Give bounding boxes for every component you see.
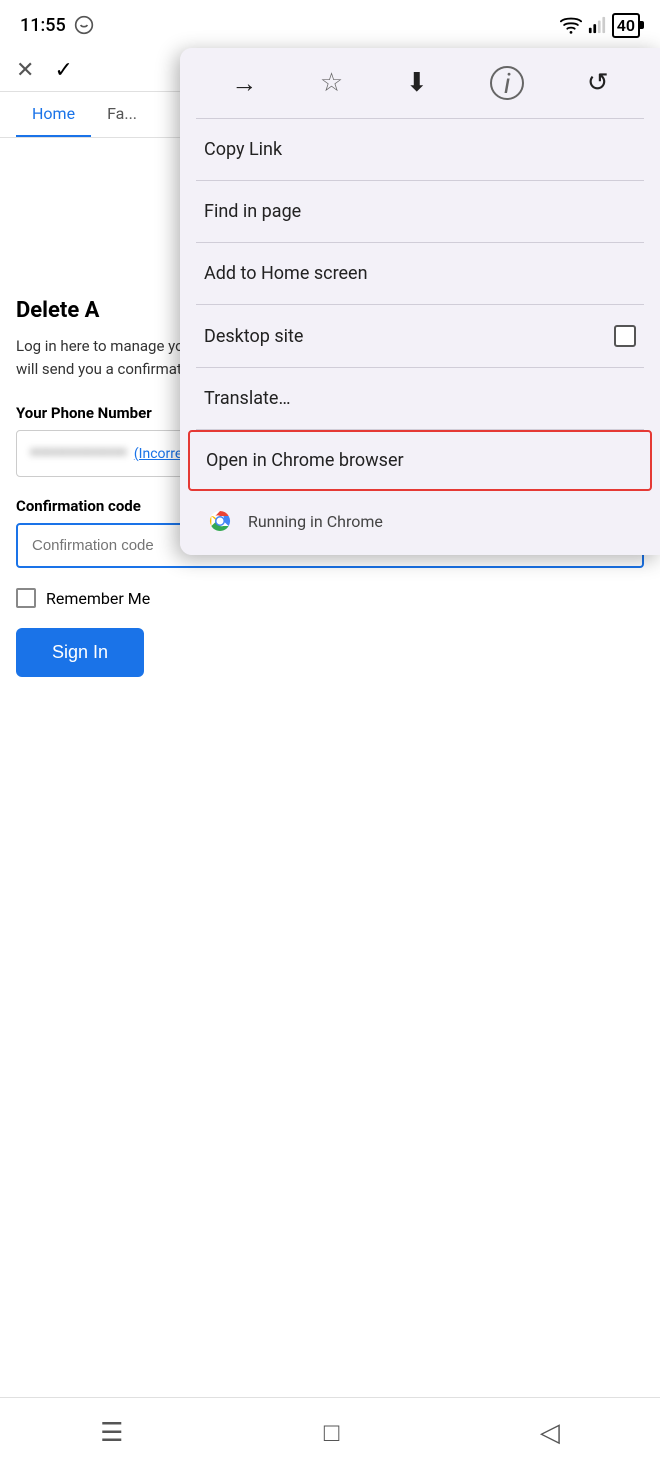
page-title-text: Delete A (16, 298, 99, 323)
signin-button[interactable]: Sign In (16, 628, 144, 677)
home-icon[interactable]: □ (324, 1417, 340, 1448)
open-in-chrome-label: Open in Chrome browser (206, 450, 404, 471)
running-in-chrome-row: Running in Chrome (180, 491, 660, 555)
tab-home[interactable]: Home (16, 92, 91, 137)
whatsapp-icon (74, 15, 94, 35)
remember-me-row: Remember Me (16, 588, 644, 608)
bottom-nav-bar: ☰ □ ◁ (0, 1397, 660, 1467)
tab-fa[interactable]: Fa... (91, 92, 153, 137)
status-bar: 11:55 40 (0, 0, 660, 50)
chrome-logo-icon (204, 505, 236, 537)
desktop-site-item[interactable]: Desktop site (180, 305, 660, 367)
signal-icon (588, 16, 606, 34)
forward-icon[interactable]: → (231, 68, 257, 99)
status-time: 11:55 (20, 15, 66, 36)
refresh-icon[interactable]: ↺ (587, 68, 609, 98)
close-button[interactable]: ✕ (16, 58, 34, 83)
back-icon[interactable]: ◁ (540, 1418, 560, 1448)
info-icon[interactable]: i (490, 66, 524, 100)
translate-item[interactable]: Translate… (180, 368, 660, 429)
dropdown-toolbar: → ☆ ⬇ i ↺ (180, 48, 660, 118)
battery-level: 40 (617, 16, 635, 35)
running-in-chrome-text: Running in Chrome (248, 512, 383, 531)
check-button[interactable]: ✓ (54, 58, 72, 83)
desktop-site-checkbox[interactable] (614, 325, 636, 347)
open-in-chrome-item[interactable]: Open in Chrome browser (188, 430, 652, 491)
tab-fa-label: Fa... (107, 104, 137, 123)
menu-icon[interactable]: ☰ (100, 1418, 123, 1448)
remember-me-checkbox[interactable] (16, 588, 36, 608)
translate-label: Translate… (204, 388, 291, 409)
copy-link-item[interactable]: Copy Link (180, 119, 660, 180)
download-icon[interactable]: ⬇ (406, 68, 428, 98)
context-menu-dropdown: → ☆ ⬇ i ↺ Copy Link Find in page Add to … (180, 48, 660, 555)
remember-me-label: Remember Me (46, 589, 150, 608)
battery-icon: 40 (612, 13, 640, 38)
bookmark-icon[interactable]: ☆ (320, 68, 343, 98)
phone-value: •••••••••••• (31, 443, 128, 464)
add-to-home-label: Add to Home screen (204, 263, 368, 284)
tab-home-label: Home (32, 104, 75, 123)
find-in-page-label: Find in page (204, 201, 301, 222)
desktop-site-label: Desktop site (204, 326, 303, 347)
wifi-icon (560, 16, 582, 34)
add-to-home-item[interactable]: Add to Home screen (180, 243, 660, 304)
copy-link-label: Copy Link (204, 139, 282, 160)
status-icons: 40 (560, 13, 640, 38)
signin-label: Sign In (52, 642, 108, 662)
find-in-page-item[interactable]: Find in page (180, 181, 660, 242)
